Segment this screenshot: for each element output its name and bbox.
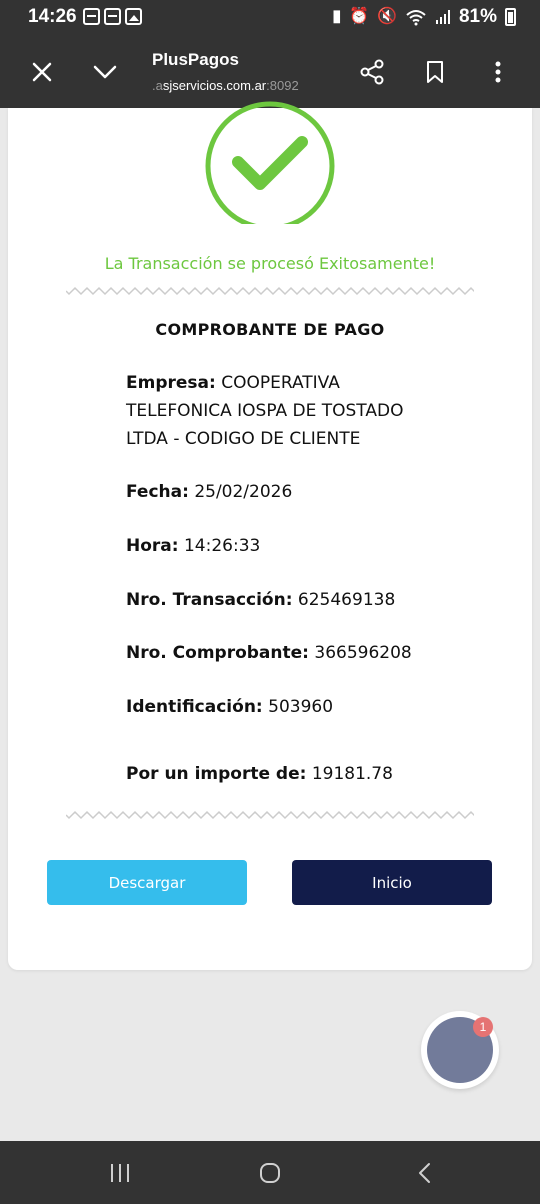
close-icon <box>32 62 52 82</box>
bookmark-button[interactable] <box>413 50 457 94</box>
battery-icon <box>505 8 516 26</box>
home-circle-icon <box>260 1163 280 1183</box>
image-icon <box>125 8 142 25</box>
field-identificacion: Identificación: 503960 <box>126 697 334 717</box>
receipt-title: COMPROBANTE DE PAGO <box>155 320 385 339</box>
back-chevron-icon <box>419 1163 430 1183</box>
field-empresa: Empresa: COOPERATIVA TELEFONICA IOSPA DE… <box>126 373 404 449</box>
success-message: La Transacción se procesó Exitosamente! <box>104 254 436 273</box>
status-time: 14:26 <box>28 6 77 27</box>
signal-icon <box>435 10 450 24</box>
recents-icon <box>111 1164 129 1182</box>
share-icon <box>360 59 384 85</box>
minimize-button[interactable] <box>83 50 127 94</box>
close-button[interactable] <box>20 50 64 94</box>
receipt-card: La Transacción se procesó Exitosamente! … <box>8 101 532 970</box>
notification-badge: 1 <box>473 1017 493 1037</box>
field-hora: Hora: 14:26:33 <box>126 536 261 556</box>
divider <box>66 810 474 820</box>
back-button[interactable] <box>402 1155 446 1191</box>
page-url: .asjservicios.com.ar:8092 <box>152 78 299 93</box>
field-nro-comprobante: Nro. Comprobante: 366596208 <box>126 643 412 663</box>
bookmark-icon <box>427 61 443 83</box>
wifi-icon <box>406 10 426 26</box>
chevron-down-icon <box>93 65 117 79</box>
browser-toolbar: PlusPagos .asjservicios.com.ar:8092 <box>0 36 540 108</box>
system-nav-bar <box>0 1141 540 1204</box>
battery-percentage: 81% <box>458 6 497 27</box>
status-bar: 14:26 ▮ ⏰ 🔇 81% <box>0 0 540 36</box>
success-check-icon <box>204 100 336 224</box>
more-options-button[interactable] <box>476 50 520 94</box>
share-button[interactable] <box>350 50 394 94</box>
voicemail-icon <box>83 8 100 25</box>
more-vert-icon <box>495 61 501 83</box>
page-title: PlusPagos <box>152 50 239 69</box>
field-importe: Por un importe de: 19181.78 <box>126 764 393 784</box>
download-button[interactable]: Descargar <box>47 860 247 905</box>
divider <box>66 286 474 296</box>
alarm-icon: ⏰ <box>349 8 370 25</box>
field-fecha: Fecha: 25/02/2026 <box>126 482 293 502</box>
recents-button[interactable] <box>98 1155 142 1191</box>
home-button[interactable]: Inicio <box>292 860 492 905</box>
home-nav-button[interactable] <box>248 1155 292 1191</box>
voicemail-icon <box>104 8 121 25</box>
mute-icon: 🔇 <box>377 8 397 25</box>
battery-saver-icon: ▮ <box>332 8 342 25</box>
field-nro-transaccion: Nro. Transacción: 625469138 <box>126 590 396 610</box>
